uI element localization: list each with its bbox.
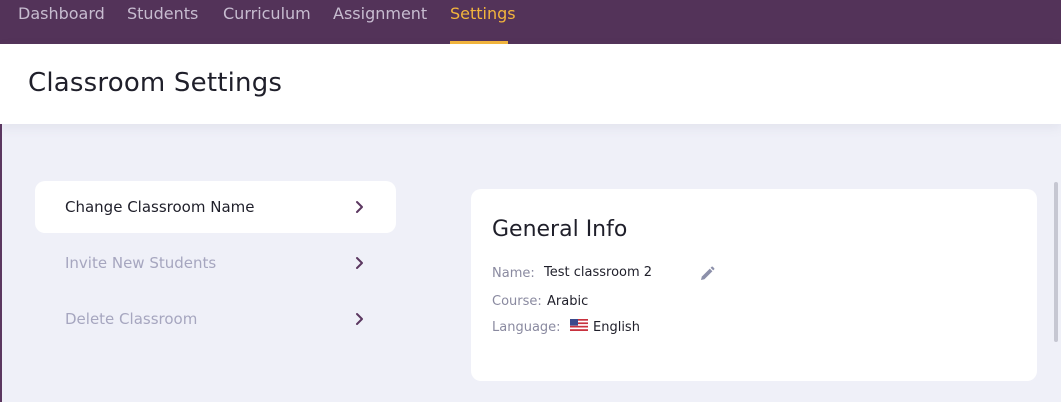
nav-dashboard[interactable]: Dashboard <box>18 4 105 23</box>
menu-item-label: Change Classroom Name <box>65 198 255 216</box>
menu-item-invite-new-students[interactable]: Invite New Students <box>35 237 396 289</box>
general-info-card: General Info Name: Test classroom 2 Cour… <box>471 189 1037 381</box>
language-value: English <box>593 320 640 335</box>
nav-assignment[interactable]: Assignment <box>333 4 427 23</box>
chevron-right-icon <box>356 313 363 325</box>
course-value: Arabic <box>547 294 589 309</box>
page-title: Classroom Settings <box>28 68 283 98</box>
nav-curriculum[interactable]: Curriculum <box>223 4 311 23</box>
page-header: Classroom Settings <box>0 44 1061 124</box>
menu-item-label: Delete Classroom <box>65 310 198 328</box>
left-edge-divider <box>0 124 2 402</box>
name-label: Name: <box>492 266 535 281</box>
nav-settings[interactable]: Settings <box>450 4 516 23</box>
chevron-right-icon <box>356 201 363 213</box>
course-label: Course: <box>492 294 542 309</box>
vertical-scrollbar[interactable] <box>1054 182 1058 342</box>
nav-students[interactable]: Students <box>127 4 198 23</box>
card-title: General Info <box>492 217 628 242</box>
pencil-icon[interactable] <box>698 265 716 283</box>
top-nav: Dashboard Students Curriculum Assignment… <box>0 0 1061 44</box>
menu-item-label: Invite New Students <box>65 254 217 272</box>
name-value: Test classroom 2 <box>544 265 653 280</box>
language-label: Language: <box>492 320 561 335</box>
us-flag-icon <box>570 319 588 331</box>
menu-item-delete-classroom[interactable]: Delete Classroom <box>35 293 396 345</box>
menu-item-change-classroom-name[interactable]: Change Classroom Name <box>35 181 396 233</box>
chevron-right-icon <box>356 257 363 269</box>
